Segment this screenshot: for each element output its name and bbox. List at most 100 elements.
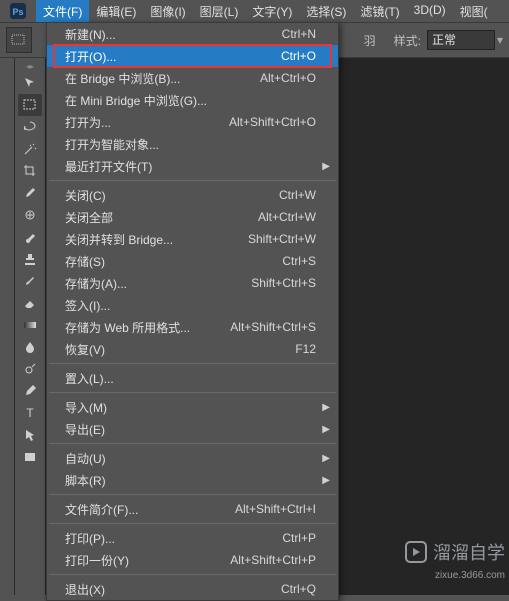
- menu-item-label: 关闭(C): [65, 187, 267, 204]
- menu-item-label: 导入(M): [65, 399, 316, 416]
- menu-item-label: 新建(N)...: [65, 26, 270, 43]
- watermark-logo-icon: [405, 541, 427, 563]
- tool-wand[interactable]: [18, 138, 42, 160]
- menubar-item-3[interactable]: 图层(L): [193, 0, 246, 23]
- tool-move[interactable]: [18, 72, 42, 94]
- menubar-item-6[interactable]: 滤镜(T): [353, 0, 406, 23]
- menu-item-4-0[interactable]: 自动(U)▶: [47, 447, 338, 469]
- tool-healing[interactable]: [18, 204, 42, 226]
- menu-item-label: 存储为 Web 所用格式...: [65, 319, 218, 336]
- menu-item-1-7[interactable]: 恢复(V)F12: [47, 338, 338, 360]
- menu-item-0-6[interactable]: 最近打开文件(T) ▶: [47, 155, 338, 177]
- menu-item-0-4[interactable]: 打开为...Alt+Shift+Ctrl+O: [47, 111, 338, 133]
- submenu-arrow-icon: ▶: [322, 453, 330, 464]
- menu-item-3-1[interactable]: 导出(E) ▶: [47, 418, 338, 440]
- menubar-item-7[interactable]: 3D(D): [407, 0, 453, 23]
- menu-item-1-2[interactable]: 关闭并转到 Bridge... Shift+Ctrl+W: [47, 228, 338, 250]
- menu-item-label: 置入(L)...: [65, 370, 316, 387]
- menu-item-0-2[interactable]: 在 Bridge 中浏览(B)... Alt+Ctrl+O: [47, 67, 338, 89]
- watermark-url: zixue.3d66.com: [435, 570, 505, 581]
- watermark-brand: 溜溜自学: [433, 539, 505, 565]
- app-logo-icon: Ps: [8, 2, 28, 20]
- menu-item-label: 签入(I)...: [65, 297, 316, 314]
- menu-item-label: 关闭并转到 Bridge...: [65, 231, 236, 248]
- tool-type[interactable]: T: [18, 402, 42, 424]
- menu-item-label: 在 Bridge 中浏览(B)...: [65, 70, 248, 87]
- tool-eraser[interactable]: [18, 292, 42, 314]
- menu-item-1-1[interactable]: 关闭全部Alt+Ctrl+W: [47, 206, 338, 228]
- tool-lasso[interactable]: [18, 116, 42, 138]
- svg-text:Ps: Ps: [12, 7, 23, 17]
- menu-item-0-1[interactable]: 打开(O)... Ctrl+O: [47, 45, 338, 67]
- menu-item-shortcut: Ctrl+P: [282, 531, 316, 545]
- panel-edge: [0, 58, 15, 595]
- menu-item-3-0[interactable]: 导入(M)▶: [47, 396, 338, 418]
- tool-brush[interactable]: [18, 226, 42, 248]
- tool-rectangle[interactable]: [18, 446, 42, 468]
- menu-item-label: 退出(X): [65, 581, 269, 598]
- menubar-item-8[interactable]: 视图(: [453, 0, 495, 23]
- menu-item-label: 最近打开文件(T): [65, 158, 316, 175]
- menu-item-1-6[interactable]: 存储为 Web 所用格式... Alt+Shift+Ctrl+S: [47, 316, 338, 338]
- menu-item-1-5[interactable]: 签入(I)...: [47, 294, 338, 316]
- submenu-arrow-icon: ▶: [322, 161, 330, 172]
- menu-item-label: 关闭全部: [65, 209, 246, 226]
- menu-item-label: 存储(S): [65, 253, 270, 270]
- toolbar: ◂▸ T: [15, 58, 45, 595]
- chevron-down-icon: ▾: [497, 33, 503, 47]
- menu-item-label: 打印一份(Y): [65, 552, 218, 569]
- menu-separator: [49, 443, 336, 444]
- menu-item-shortcut: Ctrl+O: [281, 49, 316, 63]
- menu-item-shortcut: Shift+Ctrl+W: [248, 232, 316, 246]
- menu-item-1-0[interactable]: 关闭(C)Ctrl+W: [47, 184, 338, 206]
- tool-eyedropper[interactable]: [18, 182, 42, 204]
- submenu-arrow-icon: ▶: [322, 424, 330, 435]
- tool-path-select[interactable]: [18, 424, 42, 446]
- tool-dodge[interactable]: [18, 358, 42, 380]
- menu-item-shortcut: Alt+Shift+Ctrl+S: [230, 320, 316, 334]
- menu-item-shortcut: Alt+Ctrl+O: [260, 71, 316, 85]
- menu-item-2-0[interactable]: 置入(L)...: [47, 367, 338, 389]
- submenu-arrow-icon: ▶: [322, 475, 330, 486]
- tool-pen[interactable]: [18, 380, 42, 402]
- menu-item-1-4[interactable]: 存储为(A)...Shift+Ctrl+S: [47, 272, 338, 294]
- menu-item-0-0[interactable]: 新建(N)...Ctrl+N: [47, 23, 338, 45]
- tool-gradient[interactable]: [18, 314, 42, 336]
- menu-separator: [49, 363, 336, 364]
- menu-separator: [49, 523, 336, 524]
- menubar-item-0[interactable]: 文件(F): [36, 0, 89, 23]
- menu-separator: [49, 494, 336, 495]
- menu-item-6-0[interactable]: 打印(P)... Ctrl+P: [47, 527, 338, 549]
- menu-item-label: 文件简介(F)...: [65, 501, 223, 518]
- menu-item-0-5[interactable]: 打开为智能对象...: [47, 133, 338, 155]
- tool-marquee[interactable]: [18, 94, 42, 116]
- tool-blur[interactable]: [18, 336, 42, 358]
- menu-item-7-0[interactable]: 退出(X) Ctrl+Q: [47, 578, 338, 600]
- menu-item-0-3[interactable]: 在 Mini Bridge 中浏览(G)...: [47, 89, 338, 111]
- menu-item-shortcut: Alt+Shift+Ctrl+I: [235, 502, 316, 516]
- menu-item-1-3[interactable]: 存储(S) Ctrl+S: [47, 250, 338, 272]
- menubar-item-1[interactable]: 编辑(E): [89, 0, 143, 23]
- tool-crop[interactable]: [18, 160, 42, 182]
- feather-label: 羽: [364, 32, 376, 49]
- tool-history[interactable]: [18, 270, 42, 292]
- menubar-item-2[interactable]: 图像(I): [143, 0, 192, 23]
- menu-item-label: 打开(O)...: [65, 48, 269, 65]
- menu-item-4-1[interactable]: 脚本(R)▶: [47, 469, 338, 491]
- menu-item-6-1[interactable]: 打印一份(Y)Alt+Shift+Ctrl+P: [47, 549, 338, 571]
- menu-item-label: 打印(P)...: [65, 530, 270, 547]
- tool-preset-icon[interactable]: [6, 27, 32, 53]
- menu-item-label: 在 Mini Bridge 中浏览(G)...: [65, 92, 316, 109]
- style-select[interactable]: 正常: [427, 30, 495, 50]
- file-menu-dropdown: 新建(N)...Ctrl+N 打开(O)... Ctrl+O 在 Bridge 中浏览…: [46, 22, 339, 601]
- watermark: 溜溜自学: [405, 539, 505, 565]
- menubar-item-4[interactable]: 文字(Y): [245, 0, 299, 23]
- menu-separator: [49, 574, 336, 575]
- menubar-item-5[interactable]: 选择(S): [299, 0, 353, 23]
- menu-item-shortcut: Ctrl+Q: [281, 582, 316, 596]
- toolbar-grip-icon[interactable]: ◂▸: [17, 62, 43, 70]
- menu-item-label: 导出(E): [65, 421, 316, 438]
- menu-item-shortcut: Ctrl+S: [282, 254, 316, 268]
- tool-stamp[interactable]: [18, 248, 42, 270]
- menu-item-5-0[interactable]: 文件简介(F)... Alt+Shift+Ctrl+I: [47, 498, 338, 520]
